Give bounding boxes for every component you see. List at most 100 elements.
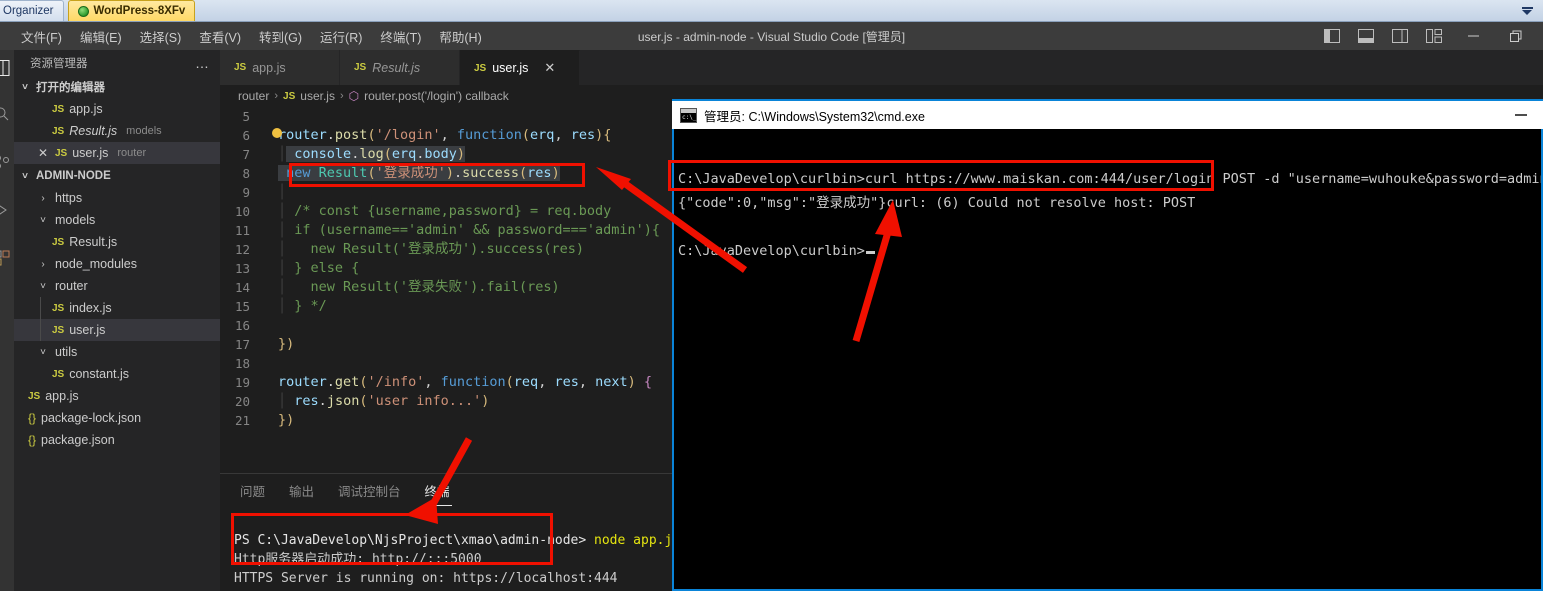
chevron-right-icon: › — [41, 192, 45, 204]
more-actions-icon[interactable]: … — [195, 55, 210, 71]
tree-item-package-lock-json[interactable]: {} package-lock.json — [14, 407, 220, 429]
editor-tab-user-js[interactable]: JS user.js ✕ — [460, 50, 580, 85]
close-icon[interactable]: ✕ — [36, 146, 50, 160]
breadcrumb-separator-icon: › — [339, 90, 344, 102]
section-open-editors[interactable]: ˅ 打开的编辑器 — [14, 76, 220, 98]
extensions-icon[interactable] — [0, 246, 14, 270]
js-file-icon: JS — [52, 103, 65, 115]
source-control-icon[interactable] — [0, 150, 14, 174]
open-editor-app-js[interactable]: JS app.js — [14, 98, 220, 120]
tree-item-label: models — [55, 213, 96, 227]
line-number: 17 — [234, 337, 250, 352]
cmd-console-icon — [680, 107, 697, 123]
js-file-icon: JS — [474, 62, 487, 74]
titlebar-actions — [1315, 22, 1543, 50]
menu-file[interactable]: 文件(F) — [12, 24, 71, 49]
chevron-down-icon: ˅ — [22, 170, 28, 182]
line-content: │ /* const {username,password} = req.bod… — [278, 203, 612, 219]
tree-item-utils[interactable]: ˅ utils — [14, 341, 220, 363]
toggle-secondary-sidebar-icon[interactable] — [1383, 22, 1417, 50]
tree-item-constant-js[interactable]: JS constant.js — [14, 363, 220, 385]
line-content: │ } */ — [278, 298, 327, 314]
restore-icon[interactable] — [1495, 22, 1539, 50]
minimize-icon[interactable] — [1499, 100, 1543, 130]
terminal-line: HTTPS Server is running on: https://loca… — [234, 571, 618, 586]
tree-item-models[interactable]: ˅ models — [14, 209, 220, 231]
lightbulb-icon[interactable] — [272, 128, 282, 138]
toggle-panel-icon[interactable] — [1349, 22, 1383, 50]
menu-view[interactable]: 查看(V) — [190, 24, 250, 49]
tree-item-label: router — [55, 279, 88, 293]
js-file-icon: JS — [28, 390, 41, 402]
run-debug-icon[interactable] — [0, 198, 14, 222]
breadcrumb-item-symbol[interactable]: router.post('/login') callback — [364, 89, 509, 103]
tree-item-label: app.js — [45, 389, 79, 403]
line-content: ·new Result('登录成功').success(res) — [278, 165, 560, 181]
open-editor-user-js[interactable]: ✕ JS user.js router — [14, 142, 220, 164]
cmd-window-title: 管理员: C:\Windows\System32\cmd.exe — [704, 109, 925, 124]
breadcrumb-item-folder[interactable]: router — [238, 89, 269, 103]
line-content: │ res.json('user info...') — [278, 393, 490, 409]
tree-item-label: package.json — [41, 433, 115, 447]
menu-run[interactable]: 运行(R) — [311, 24, 371, 49]
terminal-line: Http服务器启动成功: http://:::5000 — [234, 552, 482, 567]
open-editor-result-js[interactable]: JS Result.js models — [14, 120, 220, 142]
tab-label: user.js — [492, 61, 529, 75]
tree-item-index-js[interactable]: JS index.js — [14, 297, 220, 319]
chevron-down-icon[interactable] — [1519, 3, 1535, 19]
chevron-right-icon: › — [41, 258, 45, 270]
tree-item-package-json[interactable]: {} package.json — [14, 429, 220, 451]
cmd-prompt-line: C:\JavaDevelop\curlbin> — [678, 243, 865, 259]
breadcrumb-item-file[interactable]: user.js — [300, 89, 335, 103]
toggle-primary-sidebar-icon[interactable] — [1315, 22, 1349, 50]
cmd-window[interactable]: 管理员: C:\Windows\System32\cmd.exe C:\Java… — [672, 99, 1543, 591]
breadcrumb-separator-icon: › — [274, 90, 279, 102]
tree-item-router[interactable]: ˅ router — [14, 275, 220, 297]
menu-edit[interactable]: 编辑(E) — [71, 24, 131, 49]
explorer-title: 资源管理器 — [30, 58, 88, 70]
vscode-titlebar: 文件(F) 编辑(E) 选择(S) 查看(V) 转到(G) 运行(R) 终端(T… — [0, 22, 1543, 50]
explorer-icon[interactable] — [0, 56, 14, 80]
menu-help[interactable]: 帮助(H) — [430, 24, 490, 49]
editor-tab-app-js[interactable]: JS app.js — [220, 50, 340, 85]
tree-item-label: node_modules — [55, 257, 138, 271]
taskbar-tab-organizer[interactable]: Organizer — [0, 0, 64, 21]
menu-terminal[interactable]: 终端(T) — [371, 24, 430, 49]
js-file-icon: JS — [283, 90, 296, 102]
tab-terminal[interactable]: 终端 — [422, 475, 452, 506]
tab-problems[interactable]: 问题 — [238, 475, 267, 506]
line-content: router.post('/login', function(erq, res)… — [268, 126, 611, 145]
tree-item-app-js[interactable]: JS app.js — [14, 385, 220, 407]
tree-item-node-modules[interactable]: › node_modules — [14, 253, 220, 275]
tree-item-label: Result.js — [69, 235, 118, 249]
js-file-icon: JS — [52, 302, 65, 314]
tree-item-user-js[interactable]: JS user.js — [14, 319, 220, 341]
terminal-line: PS C:\JavaDevelop\NjsProject\xmao\admin-… — [234, 533, 681, 548]
chevron-down-icon: ˅ — [40, 214, 46, 226]
close-icon[interactable]: ✕ — [544, 60, 555, 76]
editor-tab-result-js[interactable]: JS Result.js — [340, 50, 460, 85]
line-number: 10 — [234, 204, 250, 219]
line-number: 19 — [234, 375, 250, 390]
line-content: │ console.log(erq.body) — [278, 146, 466, 162]
menu-go[interactable]: 转到(G) — [250, 24, 311, 49]
section-admin-node[interactable]: ˅ ADMIN-NODE — [14, 165, 220, 187]
menu-selection[interactable]: 选择(S) — [131, 24, 191, 49]
tree-item-https[interactable]: › https — [14, 187, 220, 209]
line-number: 13 — [234, 261, 250, 276]
line-content: │ — [278, 184, 287, 200]
tree-item-label: constant.js — [69, 367, 129, 381]
cmd-output[interactable]: C:\JavaDevelop\curlbin>curl https://www.… — [674, 129, 1541, 263]
search-icon[interactable] — [0, 102, 14, 126]
taskbar-tab-wordpress[interactable]: WordPress-8XFv — [67, 0, 196, 21]
tree-item-result-js[interactable]: JS Result.js — [14, 231, 220, 253]
taskbar-tab-label: Organizer — [3, 5, 54, 17]
line-number: 8 — [242, 166, 250, 181]
js-file-icon: JS — [52, 236, 65, 248]
tab-debug-console[interactable]: 调试控制台 — [336, 475, 403, 506]
js-file-icon: JS — [234, 62, 247, 73]
tab-output[interactable]: 输出 — [287, 475, 316, 506]
customize-layout-icon[interactable] — [1417, 22, 1451, 50]
minimize-icon[interactable] — [1451, 22, 1495, 50]
line-number: 16 — [234, 318, 250, 333]
